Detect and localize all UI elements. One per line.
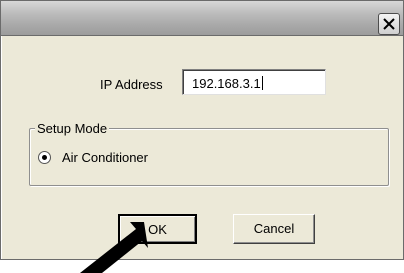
cancel-button-label: Cancel — [253, 221, 295, 236]
air-conditioner-label[interactable]: Air Conditioner — [62, 150, 148, 166]
ip-address-input[interactable]: 192.168.3.1 — [182, 69, 326, 95]
setup-mode-legend: Setup Mode — [35, 121, 110, 137]
ip-address-label: IP Address — [100, 77, 163, 92]
arrow-icon — [80, 222, 148, 273]
title-bar — [1, 1, 403, 36]
ip-address-value: 192.168.3.1 — [192, 76, 261, 91]
setup-dialog: IP Address 192.168.3.1 Setup Mode Air Co… — [0, 0, 404, 260]
cancel-button[interactable]: Cancel — [233, 214, 315, 244]
text-caret — [261, 76, 263, 90]
air-conditioner-radio[interactable] — [38, 151, 51, 164]
close-button[interactable] — [378, 13, 400, 35]
radio-selected-dot — [42, 155, 47, 160]
close-icon — [383, 18, 395, 30]
ok-button-label: OK — [148, 222, 167, 237]
